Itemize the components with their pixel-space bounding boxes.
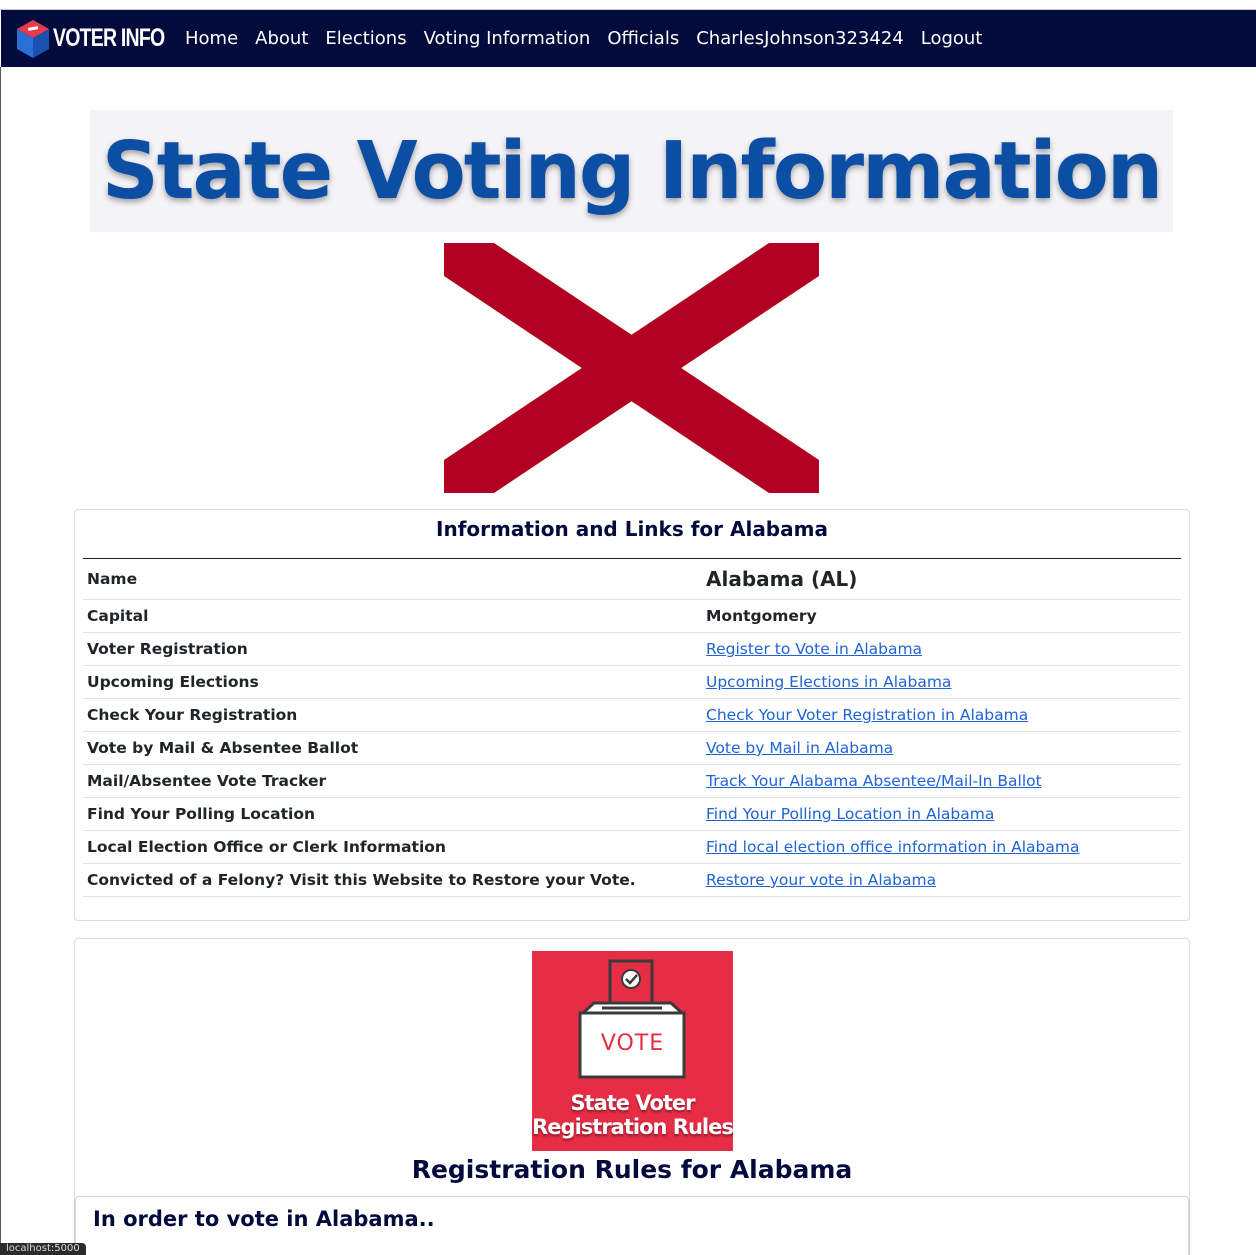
table-row: Capital Montgomery [83,599,1181,633]
state-info-card: Information and Links for Alabama Name A… [74,509,1190,921]
row-label: Name [83,558,702,600]
upcoming-elections-link[interactable]: Upcoming Elections in Alabama [706,673,951,691]
check-registration-link[interactable]: Check Your Voter Registration in Alabama [706,706,1028,724]
brand-text: VOTER INFO [53,24,165,52]
row-label: Voter Registration [83,632,702,666]
table-row: Check Your Registration Check Your Voter… [83,698,1181,732]
window-top-border [0,0,1256,10]
table-row: Upcoming Elections Upcoming Elections in… [83,665,1181,699]
nav-user-profile[interactable]: CharlesJohnson323424 [696,28,904,49]
image-caption-line1: State Voter [570,1091,695,1115]
row-label: Upcoming Elections [83,665,702,699]
registration-rules-title: Registration Rules for Alabama [411,1155,853,1184]
nav-voting-information[interactable]: Voting Information [424,28,591,49]
table-row: Convicted of a Felony? Visit this Websit… [83,863,1181,897]
nav-officials[interactable]: Officials [607,28,679,49]
window-left-border [0,67,1,1255]
status-bar-url: localhost:5000 [0,1243,86,1255]
ballot-cube-icon [17,19,49,58]
table-row: Local Election Office or Clerk Informati… [83,830,1181,864]
brand-logo[interactable]: VOTER INFO [15,18,165,60]
restore-vote-link[interactable]: Restore your vote in Alabama [706,871,936,889]
ballot-box-label: VOTE [600,1031,665,1056]
voting-requirements-card: In order to vote in Alabama.. [75,1196,1189,1255]
row-label: Find Your Polling Location [83,797,702,831]
row-label: Vote by Mail & Absentee Ballot [83,731,702,765]
registration-rules-card: VOTE State Voter Registration Rules Regi… [74,938,1190,1255]
register-to-vote-link[interactable]: Register to Vote in Alabama [706,640,922,658]
state-name-value: Alabama (AL) [702,558,1181,600]
nav-logout[interactable]: Logout [921,28,983,49]
table-row: Vote by Mail & Absentee Ballot Vote by M… [83,731,1181,765]
row-label: Capital [83,599,702,633]
nav-elections[interactable]: Elections [325,28,406,49]
row-label: Convicted of a Felony? Visit this Websit… [83,863,702,897]
capital-value: Montgomery [702,599,1181,633]
table-row: Voter Registration Register to Vote in A… [83,632,1181,666]
table-row: Mail/Absentee Vote Tracker Track Your Al… [83,764,1181,798]
row-label: Check Your Registration [83,698,702,732]
row-label: Mail/Absentee Vote Tracker [83,764,702,798]
table-row: Find Your Polling Location Find Your Pol… [83,797,1181,831]
navbar: VOTER INFO Home About Elections Voting I… [1,10,1256,67]
row-label: Local Election Office or Clerk Informati… [83,830,702,864]
banner-title: State Voting Information [101,125,1163,217]
ballot-box-icon [578,959,686,1079]
state-voter-registration-rules-image: VOTE State Voter Registration Rules [532,951,734,1151]
local-election-office-link[interactable]: Find local election office information i… [706,838,1079,856]
image-caption-line2: Registration Rules [532,1115,734,1139]
vote-by-mail-link[interactable]: Vote by Mail in Alabama [706,739,893,757]
state-voting-banner: State Voting Information [90,110,1173,232]
voting-requirements-title: In order to vote in Alabama.. [93,1207,435,1231]
state-info-table: Name Alabama (AL) Capital Montgomery Vot… [83,558,1181,897]
nav-about[interactable]: About [255,28,308,49]
info-card-title: Information and Links for Alabama [436,517,828,541]
ballot-tracker-link[interactable]: Track Your Alabama Absentee/Mail-In Ball… [706,772,1042,790]
table-row: Name Alabama (AL) [83,558,1181,600]
polling-location-link[interactable]: Find Your Polling Location in Alabama [706,805,994,823]
nav-home[interactable]: Home [185,28,238,49]
alabama-flag-image [444,243,819,493]
